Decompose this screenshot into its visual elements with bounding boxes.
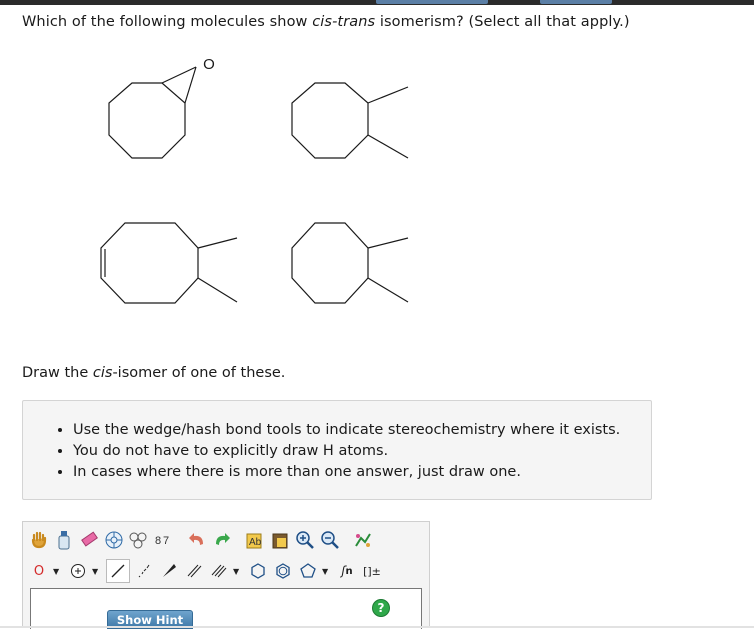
atom-selector[interactable]: O bbox=[28, 560, 50, 582]
chain-label: n bbox=[345, 565, 353, 577]
wedge-bond-icon[interactable] bbox=[158, 560, 180, 582]
numbering-icon[interactable]: 87 bbox=[153, 529, 175, 551]
question-italic: cis-trans bbox=[312, 14, 376, 30]
drawing-canvas[interactable] bbox=[30, 588, 422, 629]
instructions-box: Use the wedge/hash bond tools to indicat… bbox=[22, 400, 652, 500]
charge-plus-icon[interactable] bbox=[67, 560, 89, 582]
question-text: Which of the following molecules show ci… bbox=[22, 14, 630, 30]
svg-text:8: 8 bbox=[155, 535, 161, 547]
svg-text:7: 7 bbox=[163, 535, 169, 547]
clean-structure-icon[interactable] bbox=[352, 529, 374, 551]
cyclohexane-icon[interactable] bbox=[247, 560, 269, 582]
references-tab[interactable] bbox=[540, 0, 612, 4]
question-suffix: isomerism? (Select all that apply.) bbox=[375, 14, 630, 30]
triple-bond-icon[interactable] bbox=[208, 560, 230, 582]
molecule-3-ring bbox=[100, 222, 199, 304]
draw-instruction: Draw the cis-isomer of one of these. bbox=[22, 365, 285, 381]
undo-icon[interactable] bbox=[186, 529, 208, 551]
atom-dropdown-arrow-icon[interactable]: ▼ bbox=[53, 567, 61, 576]
redo-icon[interactable] bbox=[211, 529, 233, 551]
instruction-item: In cases where there is more than one an… bbox=[73, 462, 620, 483]
zoom-in-icon[interactable] bbox=[294, 529, 316, 551]
paste-molecule-icon[interactable] bbox=[269, 529, 291, 551]
clear-bottle-icon[interactable] bbox=[53, 529, 75, 551]
hand-move-icon[interactable] bbox=[28, 529, 50, 551]
ring-group-icon[interactable] bbox=[128, 529, 150, 551]
molecule-editor: 87 Ab O ▼ ▼ ▼ ▼ ʃ n []± Show Hint ? bbox=[22, 521, 430, 629]
single-bond-icon[interactable] bbox=[106, 559, 130, 583]
draw-prefix: Draw the bbox=[22, 365, 93, 381]
copy-molecule-icon[interactable]: Ab bbox=[244, 529, 266, 551]
molecule-structures: O bbox=[100, 56, 409, 304]
draw-suffix: -isomer of one of these. bbox=[112, 365, 286, 381]
benzene-icon[interactable] bbox=[272, 560, 294, 582]
draw-italic: cis bbox=[92, 365, 113, 381]
hash-bond-icon[interactable] bbox=[133, 560, 155, 582]
instruction-item: Use the wedge/hash bond tools to indicat… bbox=[73, 420, 620, 441]
related-topics-tab[interactable] bbox=[376, 0, 488, 4]
molecule-4-ring bbox=[291, 222, 369, 304]
svg-text:Ab: Ab bbox=[249, 537, 262, 548]
editor-toolbar-bottom: O ▼ ▼ ▼ ▼ ʃn []± bbox=[28, 558, 386, 584]
double-bond-icon[interactable] bbox=[183, 560, 205, 582]
epoxide-oxygen-label: O bbox=[203, 56, 215, 73]
eraser-icon[interactable] bbox=[78, 529, 100, 551]
templates-icon[interactable] bbox=[103, 529, 125, 551]
cyclopentane-icon[interactable] bbox=[297, 560, 319, 582]
ring-dropdown-arrow-icon[interactable]: ▼ bbox=[322, 567, 330, 576]
sgroup-chain-icon[interactable]: ʃn bbox=[336, 560, 358, 582]
molecule-2-ring bbox=[291, 82, 369, 159]
editor-toolbar-top: 87 Ab bbox=[28, 527, 377, 553]
molecule-1-ring bbox=[108, 82, 186, 159]
bracket-charge-icon[interactable]: []± bbox=[361, 560, 383, 582]
top-bar bbox=[0, 0, 754, 5]
bond-dropdown-arrow-icon[interactable]: ▼ bbox=[233, 567, 241, 576]
help-button[interactable]: ? bbox=[372, 599, 390, 617]
charge-dropdown-arrow-icon[interactable]: ▼ bbox=[92, 567, 100, 576]
question-prefix: Which of the following molecules show bbox=[22, 14, 313, 30]
instruction-item: You do not have to explicitly draw H ato… bbox=[73, 441, 620, 462]
zoom-out-icon[interactable] bbox=[319, 529, 341, 551]
